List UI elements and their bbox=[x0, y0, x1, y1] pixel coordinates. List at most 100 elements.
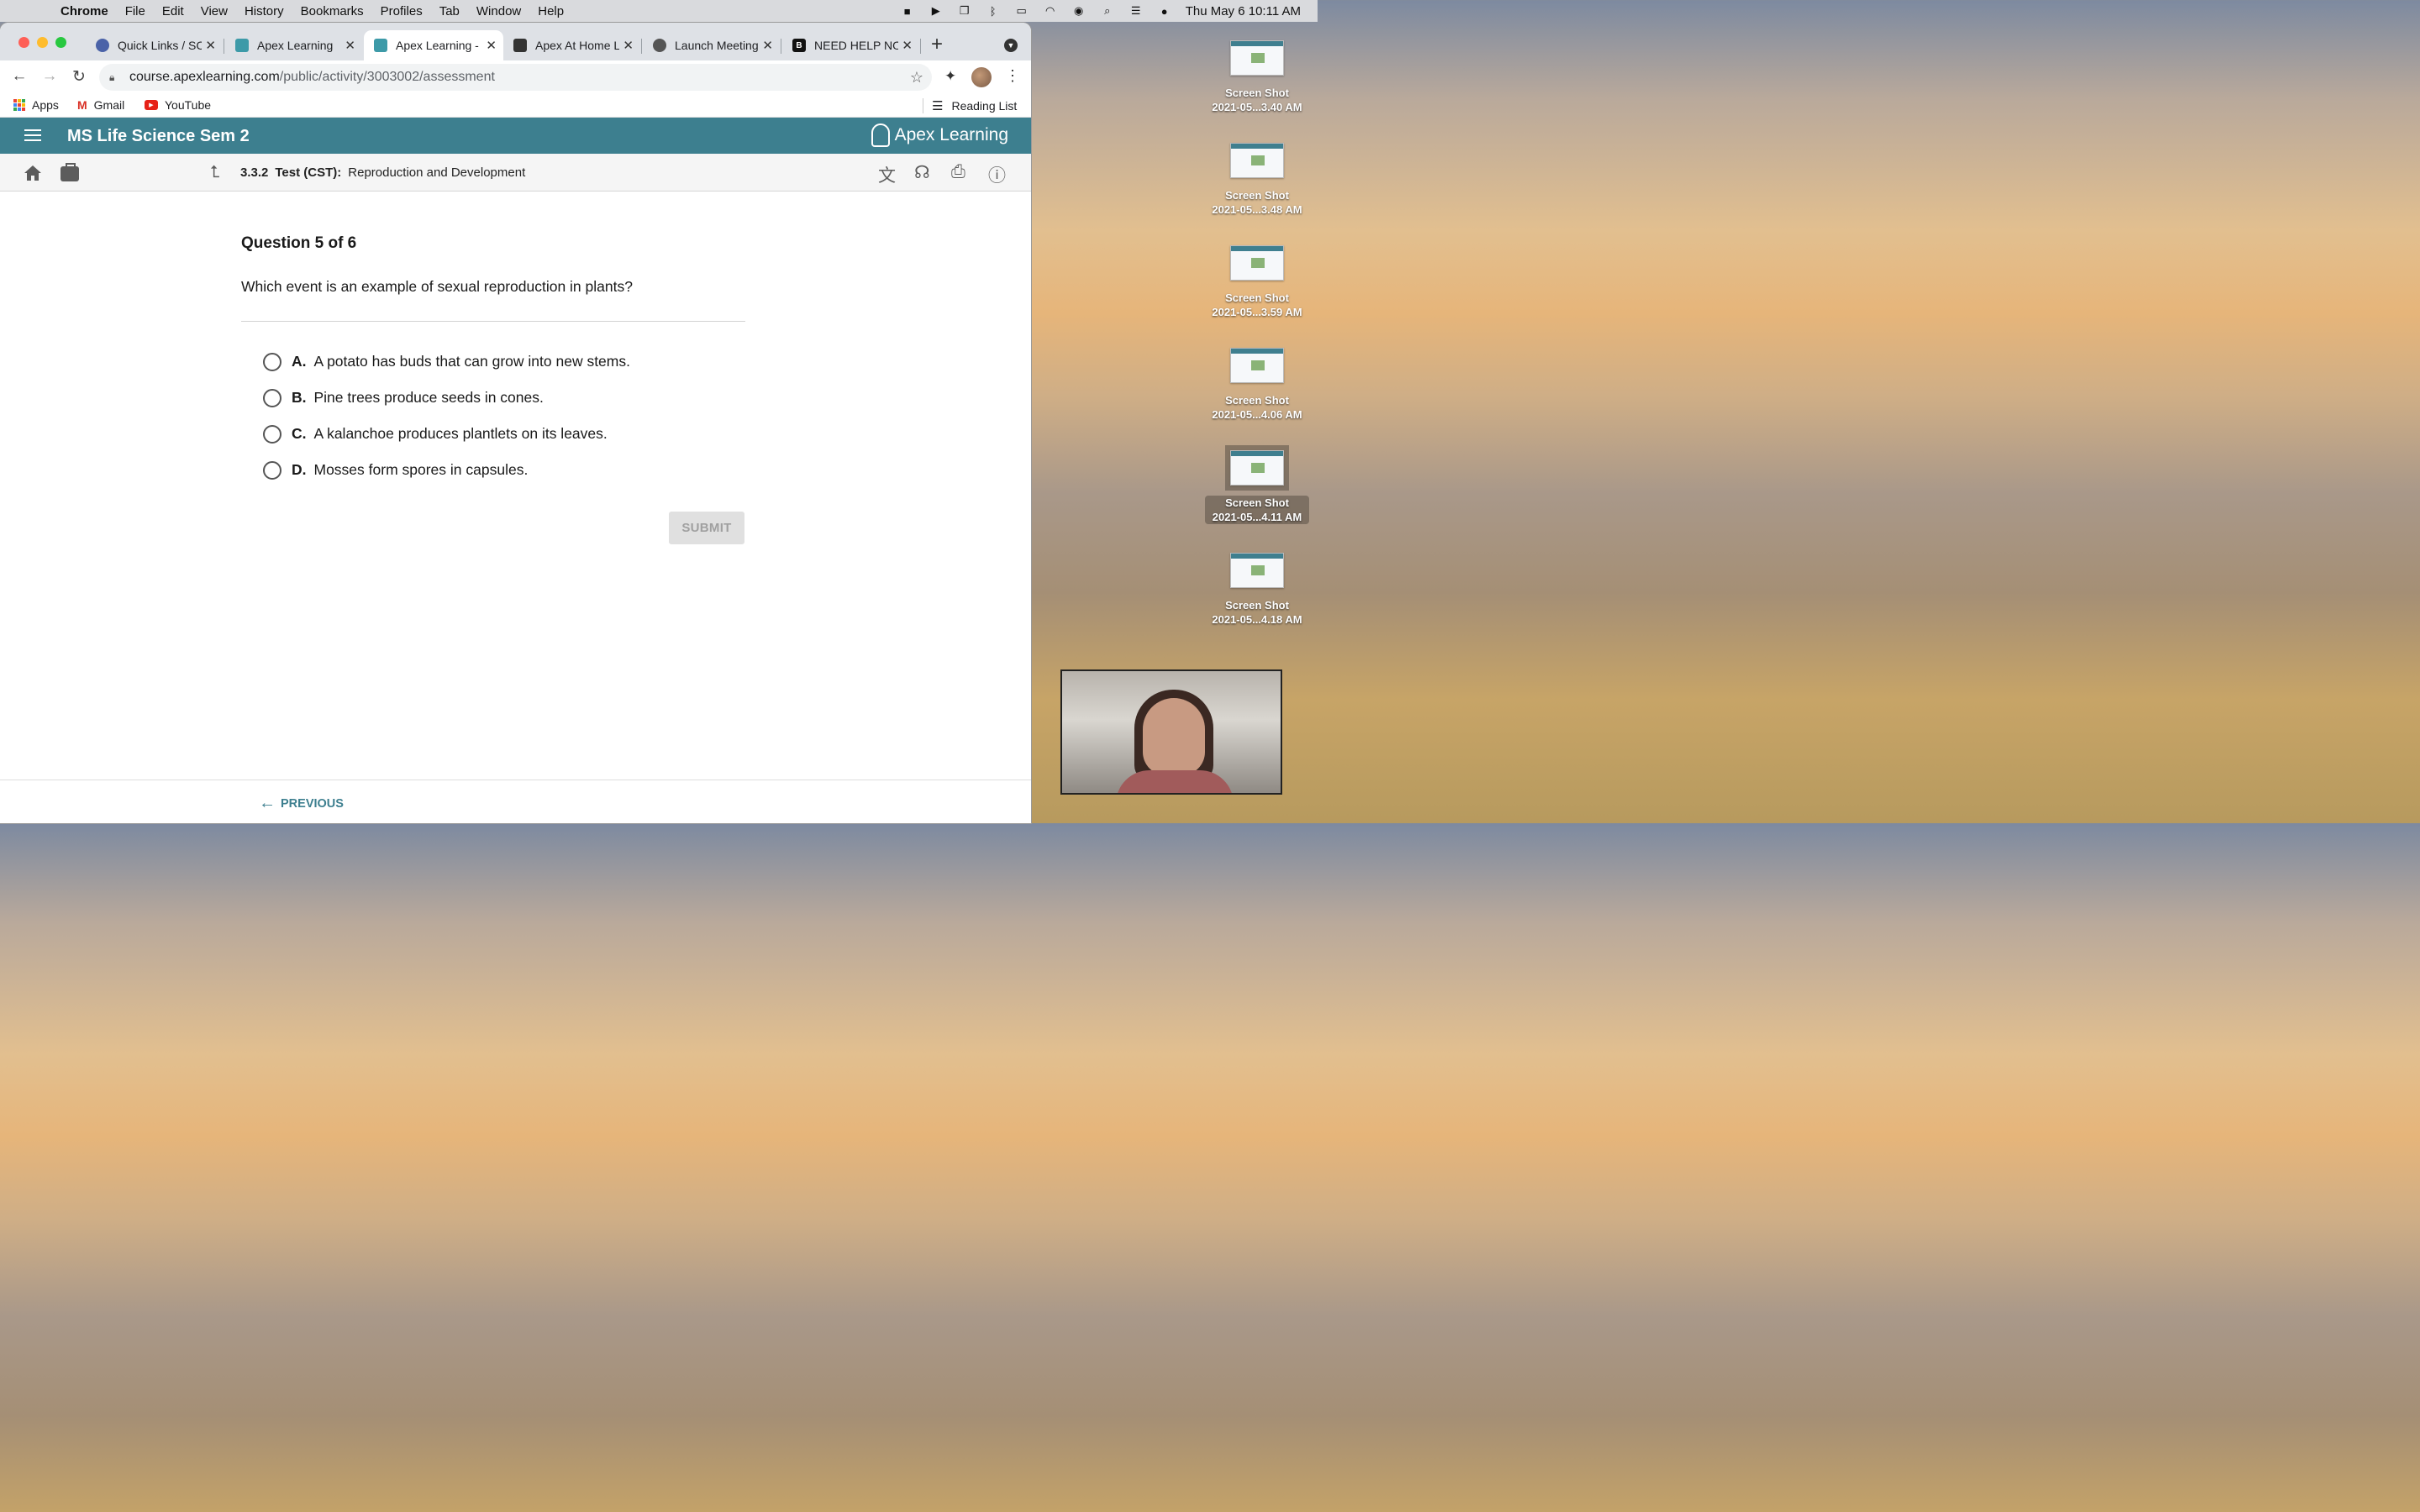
browser-tab[interactable]: Quick Links / SC ✕ bbox=[86, 30, 223, 60]
browser-tab[interactable]: Launch Meeting ✕ bbox=[643, 30, 780, 60]
question-panel: Question 5 of 6 Which event is an exampl… bbox=[241, 205, 745, 544]
apps-grid-icon bbox=[13, 99, 25, 111]
menubar-status-area: ■ ▶ ❐ ᛒ ▭ ◠ ◉ ⌕ ☰ ● Thu May 6 10:11 AM bbox=[900, 0, 1301, 22]
previous-button[interactable]: ← PREVIOUS bbox=[259, 794, 344, 813]
extensions-puzzle-icon[interactable]: ✦ bbox=[944, 68, 956, 85]
windows-icon[interactable]: ❐ bbox=[957, 4, 972, 17]
submit-button[interactable]: SUBMIT bbox=[669, 512, 744, 544]
activity-number: 3.3.2 bbox=[240, 165, 269, 180]
tab-strip: Quick Links / SC ✕ Apex Learning ✕ Apex … bbox=[0, 23, 1031, 60]
tab-search-icon[interactable]: ▼ bbox=[1004, 39, 1018, 52]
browser-tab-active[interactable]: Apex Learning - ✕ bbox=[364, 30, 503, 60]
radio-button[interactable] bbox=[263, 352, 281, 371]
menu-history[interactable]: History bbox=[236, 4, 292, 18]
desktop-file[interactable]: Screen Shot 2021-05...4.06 AM bbox=[1205, 348, 1309, 422]
menu-bookmarks[interactable]: Bookmarks bbox=[292, 4, 372, 18]
close-tab-icon[interactable]: ✕ bbox=[902, 38, 913, 53]
menubar-clock[interactable]: Thu May 6 10:11 AM bbox=[1186, 4, 1301, 18]
menu-file[interactable]: File bbox=[117, 4, 154, 18]
browser-tab[interactable]: Apex Learning ✕ bbox=[225, 30, 362, 60]
print-icon[interactable]: ⎙ bbox=[951, 162, 965, 182]
more-menu-icon[interactable]: ⋮ bbox=[1005, 67, 1020, 85]
back-arrow-icon[interactable]: ← bbox=[9, 67, 29, 86]
browser-tab[interactable]: B NEED HELP NO ✕ bbox=[782, 30, 919, 60]
zoom-window-button[interactable] bbox=[55, 37, 66, 48]
menu-view[interactable]: View bbox=[192, 4, 236, 18]
text-to-speech-icon[interactable]: ☊ bbox=[914, 162, 930, 183]
home-icon[interactable] bbox=[24, 165, 42, 181]
bookmark-apps[interactable]: Apps bbox=[13, 98, 59, 112]
apex-favicon-icon bbox=[374, 39, 387, 52]
reading-list-button[interactable]: ☰ Reading List bbox=[923, 98, 1017, 113]
bookmarks-bar: Apps M Gmail ▶ YouTube ☰ Reading List bbox=[0, 94, 1031, 118]
close-tab-icon[interactable]: ✕ bbox=[205, 38, 216, 53]
divider bbox=[241, 321, 745, 322]
play-icon[interactable]: ▶ bbox=[929, 4, 944, 17]
lock-icon[interactable]: 🔒︎ bbox=[109, 71, 119, 84]
menu-window[interactable]: Window bbox=[468, 4, 529, 18]
battery-icon[interactable]: ▭ bbox=[1014, 4, 1029, 17]
desktop-file-selected[interactable]: Screen Shot 2021-05...4.11 AM bbox=[1205, 445, 1309, 524]
bookmark-star-icon[interactable]: ☆ bbox=[910, 69, 923, 87]
up-arrow-icon[interactable]: ⮤ bbox=[210, 163, 220, 182]
briefcase-icon[interactable] bbox=[60, 163, 79, 181]
browser-toolbar: ← → ↻ 🔒︎ course.apexlearning.com/public/… bbox=[0, 60, 1031, 94]
brainly-favicon-icon: B bbox=[792, 39, 806, 52]
person-favicon-icon bbox=[513, 39, 527, 52]
menu-app-name[interactable]: Chrome bbox=[52, 4, 117, 18]
screenshot-thumbnail bbox=[1225, 445, 1289, 491]
close-tab-icon[interactable]: ✕ bbox=[762, 38, 773, 53]
answer-option-d[interactable]: D. Mosses form spores in capsules. bbox=[241, 452, 745, 488]
radio-button[interactable] bbox=[263, 388, 281, 407]
close-tab-icon[interactable]: ✕ bbox=[623, 38, 634, 53]
screenshot-thumbnail bbox=[1230, 553, 1284, 588]
reading-list-icon: ☰ bbox=[932, 99, 944, 113]
help-icon[interactable]: ⓘ bbox=[988, 162, 1006, 187]
wifi-icon[interactable]: ◠ bbox=[1043, 4, 1058, 17]
youtube-icon: ▶ bbox=[145, 100, 158, 110]
close-tab-icon[interactable]: ✕ bbox=[486, 38, 497, 53]
activity-title: Reproduction and Development bbox=[348, 165, 526, 180]
address-bar[interactable]: 🔒︎ course.apexlearning.com/public/activi… bbox=[99, 64, 932, 91]
bookmark-youtube[interactable]: ▶ YouTube bbox=[145, 98, 211, 112]
bluetooth-icon[interactable]: ᛒ bbox=[986, 5, 1001, 18]
bookmark-gmail[interactable]: M Gmail bbox=[77, 98, 124, 112]
close-window-button[interactable] bbox=[18, 37, 29, 48]
control-center-icon[interactable]: ☰ bbox=[1128, 4, 1144, 17]
apex-learning-logo: Apex Learning bbox=[871, 123, 1008, 147]
reload-icon[interactable]: ↻ bbox=[69, 67, 89, 87]
answer-options: A. A potato has buds that can grow into … bbox=[241, 344, 745, 488]
desktop-file[interactable]: Screen Shot 2021-05...3.59 AM bbox=[1205, 245, 1309, 319]
menu-tab[interactable]: Tab bbox=[431, 4, 468, 18]
menu-help[interactable]: Help bbox=[529, 4, 572, 18]
radio-button[interactable] bbox=[263, 424, 281, 444]
answer-option-c[interactable]: C. A kalanchoe produces plantlets on its… bbox=[241, 416, 745, 452]
video-camera-icon[interactable]: ■ bbox=[900, 5, 915, 18]
close-tab-icon[interactable]: ✕ bbox=[345, 38, 355, 53]
user-icon[interactable]: ◉ bbox=[1071, 4, 1086, 17]
menu-edit[interactable]: Edit bbox=[154, 4, 192, 18]
webcam-video-overlay[interactable] bbox=[1060, 669, 1282, 795]
breadcrumb: 3.3.2 Test (CST): Reproduction and Devel… bbox=[240, 165, 525, 180]
desktop-file[interactable]: Screen Shot 2021-05...3.48 AM bbox=[1205, 143, 1309, 217]
left-arrow-icon: ← bbox=[259, 794, 276, 812]
hamburger-menu-icon[interactable] bbox=[24, 129, 41, 144]
profile-avatar[interactable] bbox=[971, 67, 992, 87]
question-counter: Question 5 of 6 bbox=[241, 234, 357, 252]
siri-icon[interactable]: ● bbox=[1157, 5, 1172, 18]
desktop-file[interactable]: Screen Shot 2021-05...3.40 AM bbox=[1205, 40, 1309, 114]
minimize-window-button[interactable] bbox=[37, 37, 48, 48]
chrome-window: Quick Links / SC ✕ Apex Learning ✕ Apex … bbox=[0, 23, 1031, 823]
menu-profiles[interactable]: Profiles bbox=[372, 4, 431, 18]
screenshot-thumbnail bbox=[1230, 245, 1284, 281]
answer-option-b[interactable]: B. Pine trees produce seeds in cones. bbox=[241, 380, 745, 416]
apex-logo-icon bbox=[871, 123, 890, 147]
radio-button[interactable] bbox=[263, 460, 281, 480]
browser-tab[interactable]: Apex At Home L ✕ bbox=[503, 30, 640, 60]
forward-arrow-icon[interactable]: → bbox=[39, 67, 60, 86]
answer-option-a[interactable]: A. A potato has buds that can grow into … bbox=[241, 344, 745, 380]
translate-icon[interactable]: 文 bbox=[878, 162, 896, 187]
spotlight-search-icon[interactable]: ⌕ bbox=[1100, 4, 1115, 17]
new-tab-button[interactable]: + bbox=[931, 33, 943, 56]
desktop-file[interactable]: Screen Shot 2021-05...4.18 AM bbox=[1205, 553, 1309, 627]
